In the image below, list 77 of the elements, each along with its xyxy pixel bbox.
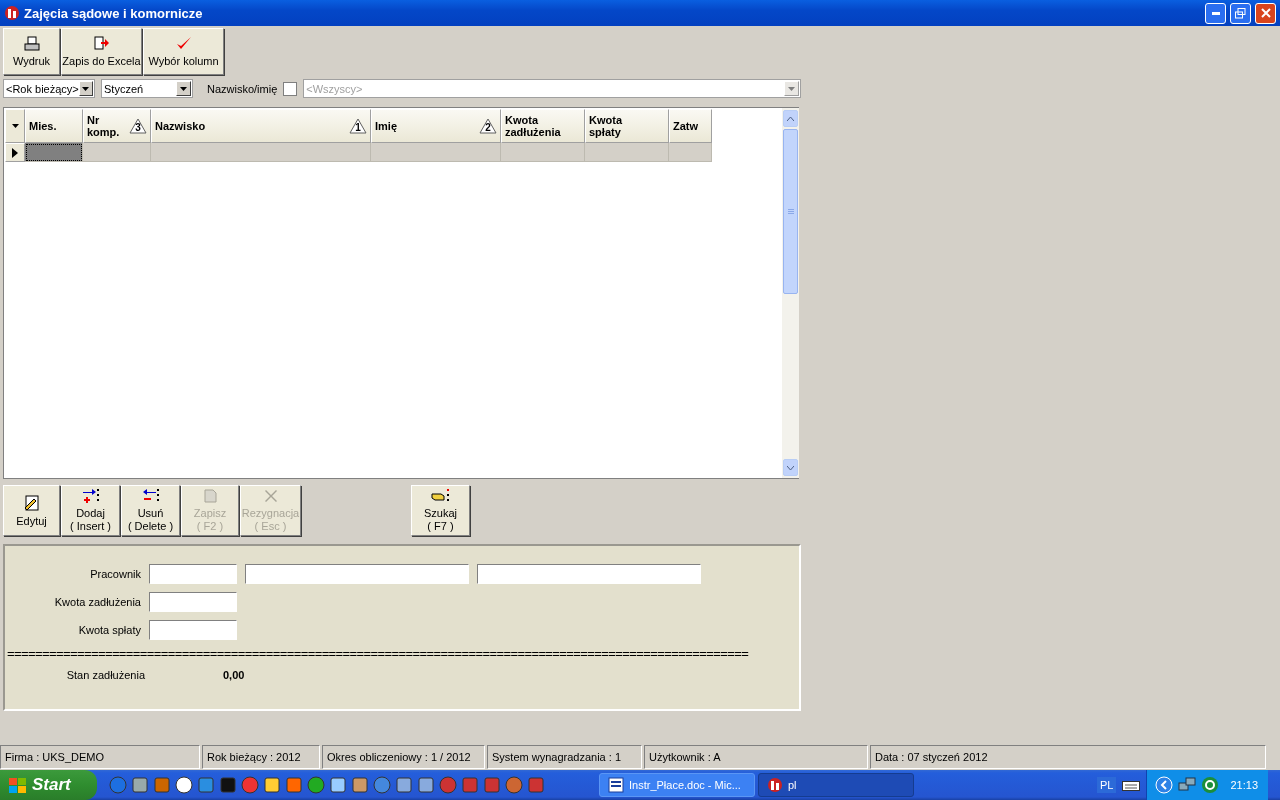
status-bar-field: System wynagradzania : 1 [487, 745, 642, 769]
input-field[interactable] [245, 563, 469, 584]
input-field[interactable] [149, 591, 237, 612]
app-logo-icon [4, 5, 20, 21]
document-arrow-icon [93, 35, 110, 52]
caret-icon [180, 86, 187, 91]
taskbar-button[interactable]: pl [758, 773, 914, 797]
launcher-icon[interactable] [175, 776, 193, 794]
input-field[interactable] [149, 563, 237, 584]
toolbar-button[interactable]: Wydruk [3, 28, 60, 75]
status-bar-field: Okres obliczeniowy : 1 / 2012 [322, 745, 485, 769]
column-header[interactable]: Mies. [25, 109, 83, 143]
action-button[interactable]: Edytuj [3, 485, 60, 536]
insert-arrow-icon [81, 488, 100, 504]
year-dropdown[interactable]: <Rok bieżący> [3, 79, 95, 98]
remove-arrow-icon [141, 488, 160, 504]
month-dropdown[interactable]: Styczeń [101, 79, 193, 98]
sort-order-badge: 1 [349, 118, 367, 134]
column-header[interactable]: Imię 2 [371, 109, 501, 143]
status-bar-field: Rok bieżący : 2012 [202, 745, 320, 769]
action-button[interactable]: Dodaj ( Insert ) [61, 485, 120, 536]
caret-icon [788, 86, 796, 91]
keyboard-icon[interactable] [1122, 779, 1141, 791]
document-pencil-icon [22, 493, 41, 512]
action-button[interactable]: Szukaj ( F7 ) [411, 485, 470, 536]
sort-order-badge: 3 [129, 118, 147, 134]
network-icon[interactable] [1178, 777, 1197, 793]
close-icon [1260, 8, 1271, 18]
field-label: Pracownik [89, 567, 141, 580]
column-header[interactable]: Zatw [669, 109, 712, 143]
window-title: Zajęcia sądowe i komornicze [24, 5, 204, 21]
toolbar-button[interactable]: Wybór kolumn [143, 28, 224, 75]
balance-label: Stan zadłużenia [65, 669, 145, 681]
status-bar-field: Firma : UKS_DEMO [0, 745, 200, 769]
chevron-up-icon [787, 116, 794, 121]
chevron-down-icon [787, 465, 794, 470]
caret-icon [11, 124, 19, 128]
separator-line-text: ========================================================================================================== [7, 647, 749, 660]
windows-logo-icon [8, 776, 28, 794]
balance-value: 0,00 [223, 669, 245, 681]
minimize-button[interactable] [1205, 2, 1226, 24]
status-circle-icon[interactable] [1201, 776, 1220, 794]
action-button[interactable]: Usuń ( Delete ) [121, 485, 180, 536]
column-header[interactable]: Nazwisko 1 [151, 109, 371, 143]
start-button[interactable]: Start [0, 770, 97, 800]
minimize-icon [1211, 11, 1220, 15]
input-field[interactable] [149, 619, 237, 640]
status-bar-field: Data : 07 styczeń 2012 [870, 745, 1266, 769]
taskbar-button[interactable]: Instr_Płace.doc - Mic... [599, 773, 755, 797]
current-row-icon [12, 147, 18, 158]
caret-icon [82, 86, 90, 91]
vertical-scrollbar[interactable] [782, 108, 799, 478]
restore-icon [1235, 7, 1246, 19]
chevron-left-icon[interactable] [1155, 776, 1174, 794]
toolbar-button[interactable]: Zapis do Excela [61, 28, 142, 75]
sort-order-badge: 2 [479, 118, 497, 134]
launcher-icon[interactable] [263, 776, 281, 794]
launcher-icon[interactable] [329, 776, 347, 794]
column-header[interactable]: Kwota spłaty [585, 109, 669, 143]
column-header[interactable]: Nr komp. 3 [83, 109, 151, 143]
clock: 21:13 [1230, 779, 1258, 791]
status-bar-field: Użytkownik : A [644, 745, 868, 769]
pointing-hand-icon [430, 488, 451, 504]
column-header[interactable]: Kwota zadłużenia [501, 109, 585, 143]
name-filter-label: Nazwisko/imię [207, 82, 278, 95]
printer-icon [23, 35, 40, 52]
field-label: Kwota spłaty [77, 623, 141, 636]
name-filter-checkbox[interactable] [283, 81, 298, 96]
input-field[interactable] [477, 563, 701, 584]
column-menu-button[interactable] [5, 109, 25, 143]
close-button[interactable] [1255, 2, 1276, 24]
app-logo-icon [767, 777, 783, 793]
field-label: Kwota zadłużenia [53, 595, 141, 608]
document-icon [608, 777, 624, 793]
language-indicator[interactable]: PL [1097, 777, 1117, 793]
grip-icon [787, 209, 794, 214]
restore-button[interactable] [1230, 2, 1251, 24]
